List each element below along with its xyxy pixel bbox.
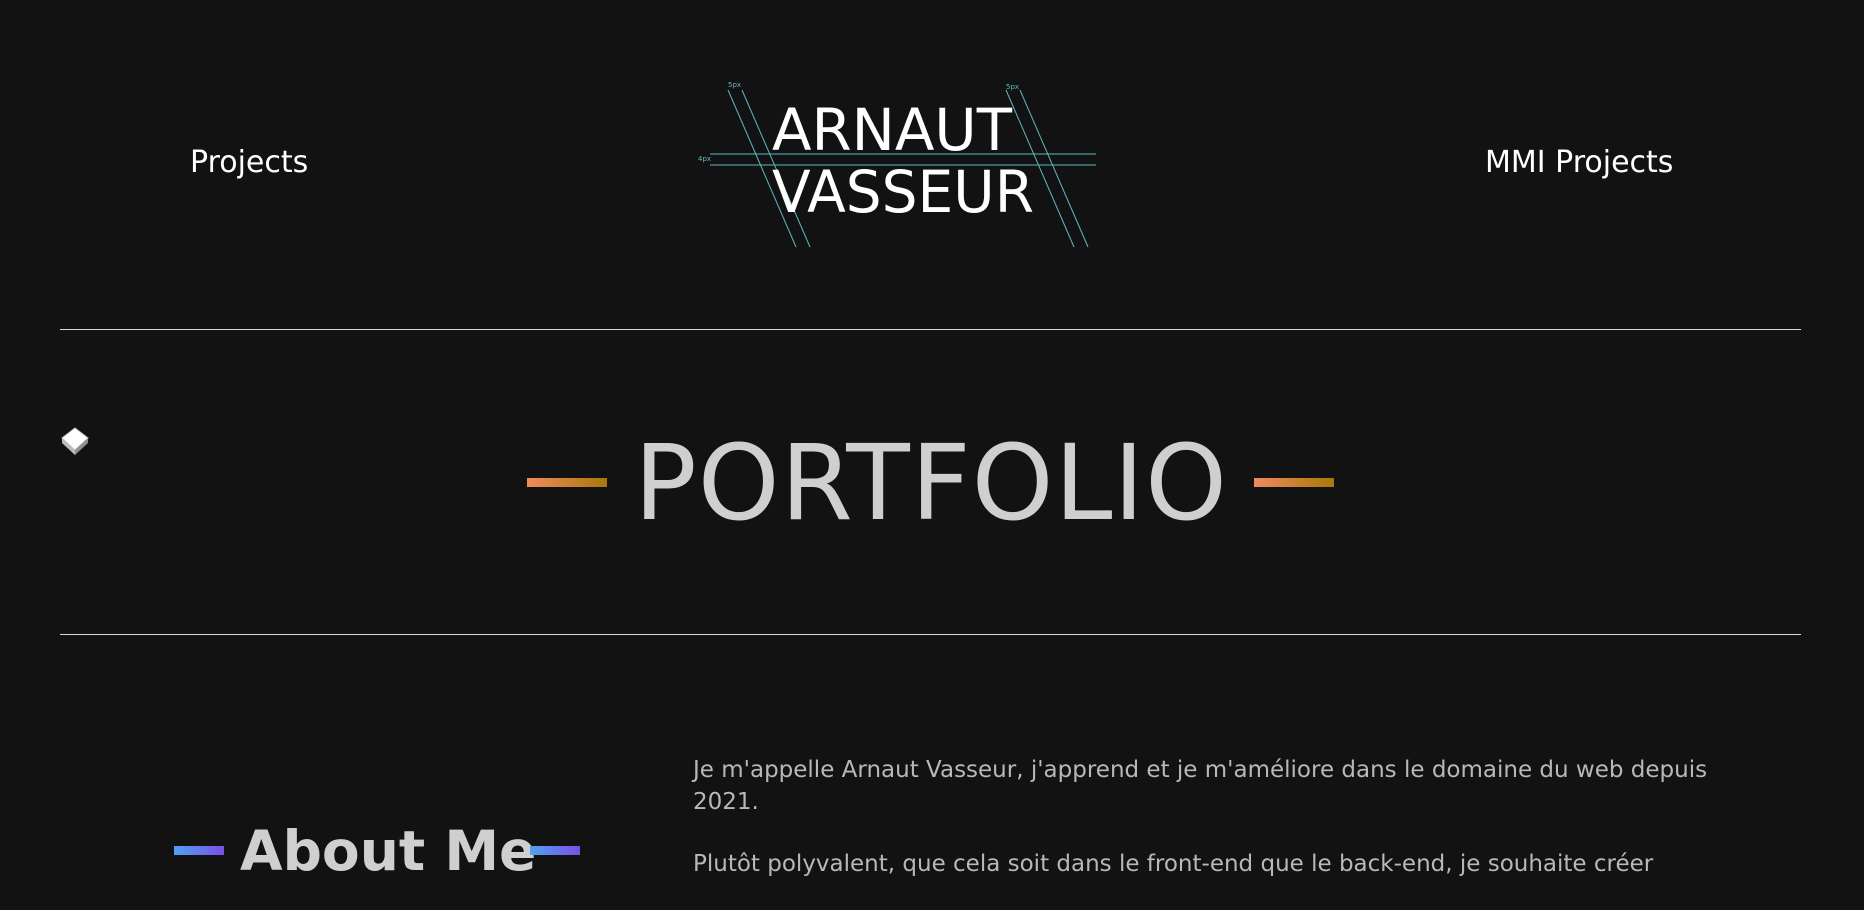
logo-guide-label-left: 5px	[728, 81, 741, 89]
logo-line-2: VASSEUR	[772, 158, 1034, 226]
divider-bottom	[60, 634, 1801, 635]
cube-icon[interactable]	[58, 424, 92, 458]
about-paragraph: Je m'appelle Arnaut Vasseur, j'apprend e…	[693, 757, 1708, 815]
hero-dash-right	[1254, 478, 1334, 487]
about-title: About Me	[240, 819, 537, 883]
logo-line-1: ARNAUT	[772, 96, 1013, 164]
about-dash-right	[530, 846, 580, 855]
logo-guide-label-side: 4px	[698, 155, 711, 163]
about-text: Je m'appelle Arnaut Vasseur, j'apprend e…	[693, 754, 1723, 910]
about-paragraph: Plutôt polyvalent, que cela soit dans le…	[693, 851, 1654, 877]
divider-top	[60, 329, 1801, 330]
about-dash-left	[174, 846, 224, 855]
nav-mmi-projects-link[interactable]: MMI Projects	[1485, 145, 1673, 180]
hero-title: PORTFOLIO	[634, 422, 1228, 544]
logo[interactable]: 5px 5px 4px ARNAUT VASSEUR	[690, 75, 1110, 255]
logo-guide-label-right: 5px	[1006, 83, 1019, 91]
nav-projects-link[interactable]: Projects	[190, 145, 308, 180]
hero-dash-left	[527, 478, 607, 487]
